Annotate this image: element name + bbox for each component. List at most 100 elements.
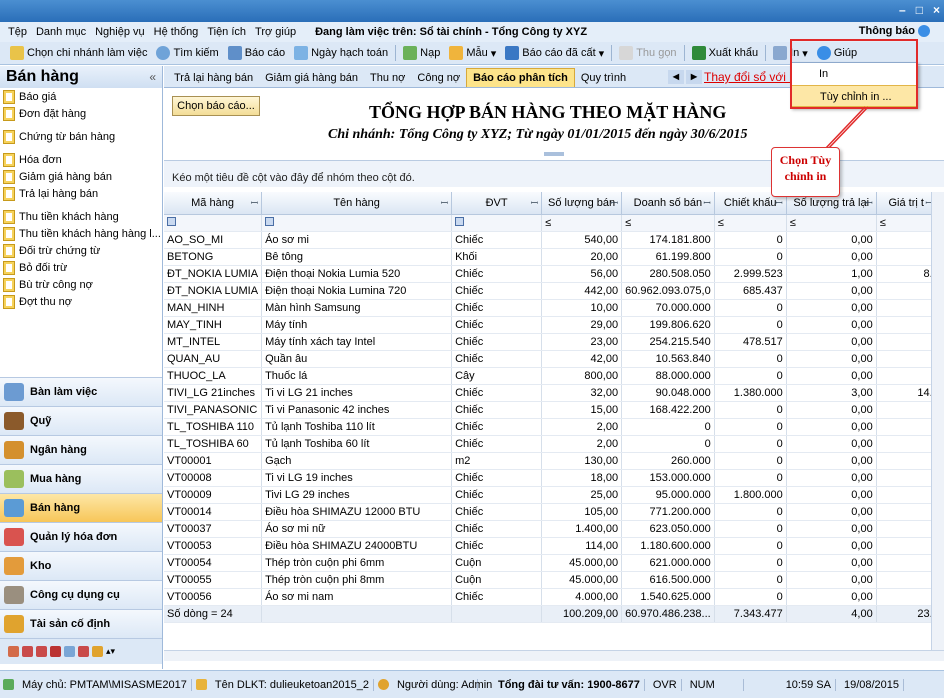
shortcut-icon[interactable]	[50, 646, 61, 657]
sidebar-item-collection[interactable]: Đợt thu nợ	[0, 293, 162, 310]
sidebar-item-sales-return[interactable]: Trả lại hàng bán	[0, 185, 162, 202]
table-row[interactable]: VT00055 Thép tròn cuộn phi 8mm Cuộn 45.000,…	[164, 571, 937, 589]
shortcut-icon[interactable]	[64, 646, 75, 657]
column-header[interactable]: ĐVT ꟷ	[451, 192, 543, 215]
maximize-button[interactable]: □	[916, 3, 923, 17]
module-purchase[interactable]: Mua hàng	[0, 464, 162, 493]
filter-icon[interactable]	[455, 216, 465, 226]
module-tools[interactable]: Công cụ dụng cụ	[0, 580, 162, 609]
table-row[interactable]: VT00054 Thép tròn cuộn phi 6mm Cuộn 45.000,…	[164, 554, 937, 572]
pin-icon[interactable]: ꟷ	[703, 196, 710, 209]
sidebar-item-unoffset[interactable]: Bỏ đối trừ	[0, 259, 162, 276]
sidebar-item-netting[interactable]: Bù trừ công nợ	[0, 276, 162, 293]
panel-splitter[interactable]	[544, 152, 564, 156]
module-desk[interactable]: Bàn làm việc	[0, 377, 162, 406]
shortcut-icon[interactable]	[8, 646, 19, 657]
load-button[interactable]: Nạp	[401, 46, 442, 60]
column-header[interactable]: Tên hàng ꟷ	[261, 192, 453, 215]
pin-icon[interactable]: ꟷ	[441, 196, 448, 209]
table-row[interactable]: ĐT_NOKIA LUMIA Điện thoại Nokia Lumina 72…	[164, 282, 937, 300]
column-header[interactable]: Doanh số bán ꟷ	[621, 192, 715, 215]
tab-next-icon[interactable]: ▶	[686, 70, 702, 84]
menu-system[interactable]: Hệ thống	[154, 26, 199, 38]
shortcut-icon[interactable]	[78, 646, 89, 657]
table-row[interactable]: VT00014 Điều hòa SHIMAZU 12000 BTU Chiếc 10…	[164, 503, 937, 521]
pin-icon[interactable]: ꟷ	[775, 196, 782, 209]
search-button[interactable]: Tìm kiếm	[154, 46, 220, 60]
module-assets[interactable]: Tài sản cố định	[0, 609, 162, 638]
more-modules-icon[interactable]: ▴▾	[106, 646, 115, 657]
column-header[interactable]: Số lượng bán ꟷ	[541, 192, 623, 215]
module-sales[interactable]: Bán hàng	[0, 493, 162, 522]
module-warehouse[interactable]: Kho	[0, 551, 162, 580]
tab-sales-return[interactable]: Trả lại hàng bán	[168, 69, 259, 87]
filter-cell[interactable]	[261, 214, 453, 232]
filter-cell[interactable]: ≤	[541, 214, 623, 232]
sidebar-item-customer-receipt[interactable]: Thu tiền khách hàng	[0, 208, 162, 225]
saved-reports-button[interactable]: Báo cáo đã cất ▾	[503, 46, 606, 60]
choose-report-button[interactable]: Chọn báo cáo...	[172, 96, 260, 116]
sidebar-item-order[interactable]: Đơn đặt hàng	[0, 105, 162, 122]
collapse-sidebar-icon[interactable]: «	[149, 70, 156, 84]
filter-cell[interactable]	[164, 214, 263, 232]
sidebar-item-offset[interactable]: Đối trừ chứng từ	[0, 242, 162, 259]
table-row[interactable]: ĐT_NOKIA LUMIA Điện thoại Nokia Lumia 520…	[164, 265, 937, 283]
change-book-link[interactable]: Thay đổi sổ với M	[704, 70, 792, 84]
menu-utilities[interactable]: Tiện ích	[207, 26, 246, 38]
menu-file[interactable]: Tệp	[8, 26, 27, 38]
column-header[interactable]: Giá trị tꟷ	[876, 192, 937, 215]
filter-icon[interactable]	[265, 216, 275, 226]
menu-operations[interactable]: Nghiệp vụ	[95, 26, 145, 38]
table-row[interactable]: MAY_TINH Máy tính Chiếc 29,00 199.806.620 0 0,…	[164, 316, 937, 334]
minimize-button[interactable]: –	[899, 3, 906, 17]
sidebar-item-invoice[interactable]: Hóa đơn	[0, 151, 162, 168]
table-row[interactable]: TIVI_PANASONIC Ti vi Panasonic 42 inches C…	[164, 401, 937, 419]
table-row[interactable]: THUOC_LA Thuốc lá Cây 800,00 88.000.000 0 0,00	[164, 367, 937, 385]
vertical-scrollbar[interactable]	[931, 192, 944, 650]
table-row[interactable]: AO_SO_MI Áo sơ mi Chiếc 540,00 174.181.800 0 0…	[164, 231, 937, 249]
sidebar-item-quote[interactable]: Báo giá	[0, 88, 162, 105]
table-row[interactable]: VT00053 Điều hòa SHIMAZU 24000BTU Chiếc 114…	[164, 537, 937, 555]
column-header[interactable]: Mã hàng ꟷ	[164, 192, 263, 215]
table-row[interactable]: VT00009 Tivi LG 29 inches Chiếc 25,00 95.000…	[164, 486, 937, 504]
pin-icon[interactable]: ꟷ	[531, 196, 538, 209]
sidebar-item-sales-voucher[interactable]: Chứng từ bán hàng	[0, 128, 162, 145]
table-row[interactable]: MAN_HINH Màn hình Samsung Chiếc 10,00 70.000…	[164, 299, 937, 317]
filter-icon[interactable]	[167, 216, 176, 226]
table-row[interactable]: TIVI_LG 21inches Ti vi LG 21 inches Chiếc 3…	[164, 384, 937, 402]
table-row[interactable]: VT00037 Áo sơ mi nữ Chiếc 1.400,00 623.050.0…	[164, 520, 937, 538]
sidebar-item-bulk-receipt[interactable]: Thu tiền khách hàng hàng l...	[0, 225, 162, 242]
menu-help[interactable]: Trợ giúp	[255, 26, 296, 38]
module-invoice[interactable]: Quản lý hóa đơn	[0, 522, 162, 551]
table-row[interactable]: TL_TOSHIBA 60 Tủ lạnh Toshiba 60 lít Chiếc…	[164, 435, 937, 453]
tab-debt[interactable]: Công nợ	[411, 69, 466, 87]
branch-button[interactable]: Chọn chi nhánh làm việc	[8, 46, 149, 60]
table-row[interactable]: BETONG Bê tông Khối 20,00 61.199.800 0 0,00	[164, 248, 937, 266]
table-row[interactable]: VT00056 Áo sơ mi nam Chiếc 4.000,00 1.540.62…	[164, 588, 937, 606]
filter-cell[interactable]: ≤	[786, 214, 877, 232]
pin-icon[interactable]: ꟷ	[865, 196, 872, 209]
module-cash[interactable]: Quỹ	[0, 406, 162, 435]
report-button[interactable]: Báo cáo	[226, 46, 287, 60]
tab-sales-discount[interactable]: Giảm giá hàng bán	[259, 69, 364, 87]
filter-cell[interactable]: ≤	[876, 214, 937, 232]
table-row[interactable]: QUAN_AU Quần âu Chiếc 42,00 10.563.840 0 0,00	[164, 350, 937, 368]
notice-link[interactable]: Thông báo	[859, 25, 930, 37]
sidebar-item-sales-discount[interactable]: Giảm giá hàng bán	[0, 168, 162, 185]
tab-collection[interactable]: Thu nợ	[364, 69, 411, 87]
table-row[interactable]: TL_TOSHIBA 110 Tủ lạnh Toshiba 110 lít Chi…	[164, 418, 937, 436]
table-row[interactable]: MT_INTEL Máy tính xách tay Intel Chiếc 23,0…	[164, 333, 937, 351]
posting-date-button[interactable]: Ngày hạch toán	[292, 46, 390, 60]
template-button[interactable]: Mẫu ▾	[447, 46, 498, 60]
filter-cell[interactable]	[451, 214, 543, 232]
tab-analysis-report[interactable]: Báo cáo phân tích	[466, 68, 575, 87]
table-row[interactable]: VT00008 Ti vi LG 19 inches Chiếc 18,00 153.0…	[164, 469, 937, 487]
export-button[interactable]: Xuất khẩu	[690, 46, 761, 60]
filter-cell[interactable]: ≤	[714, 214, 787, 232]
tab-prev-icon[interactable]: ◀	[668, 70, 684, 84]
pin-icon[interactable]: ꟷ	[251, 196, 258, 209]
shortcut-icon[interactable]	[36, 646, 47, 657]
shortcut-icon[interactable]	[22, 646, 33, 657]
close-button[interactable]: ×	[933, 3, 940, 17]
pin-icon[interactable]: ꟷ	[611, 196, 618, 209]
